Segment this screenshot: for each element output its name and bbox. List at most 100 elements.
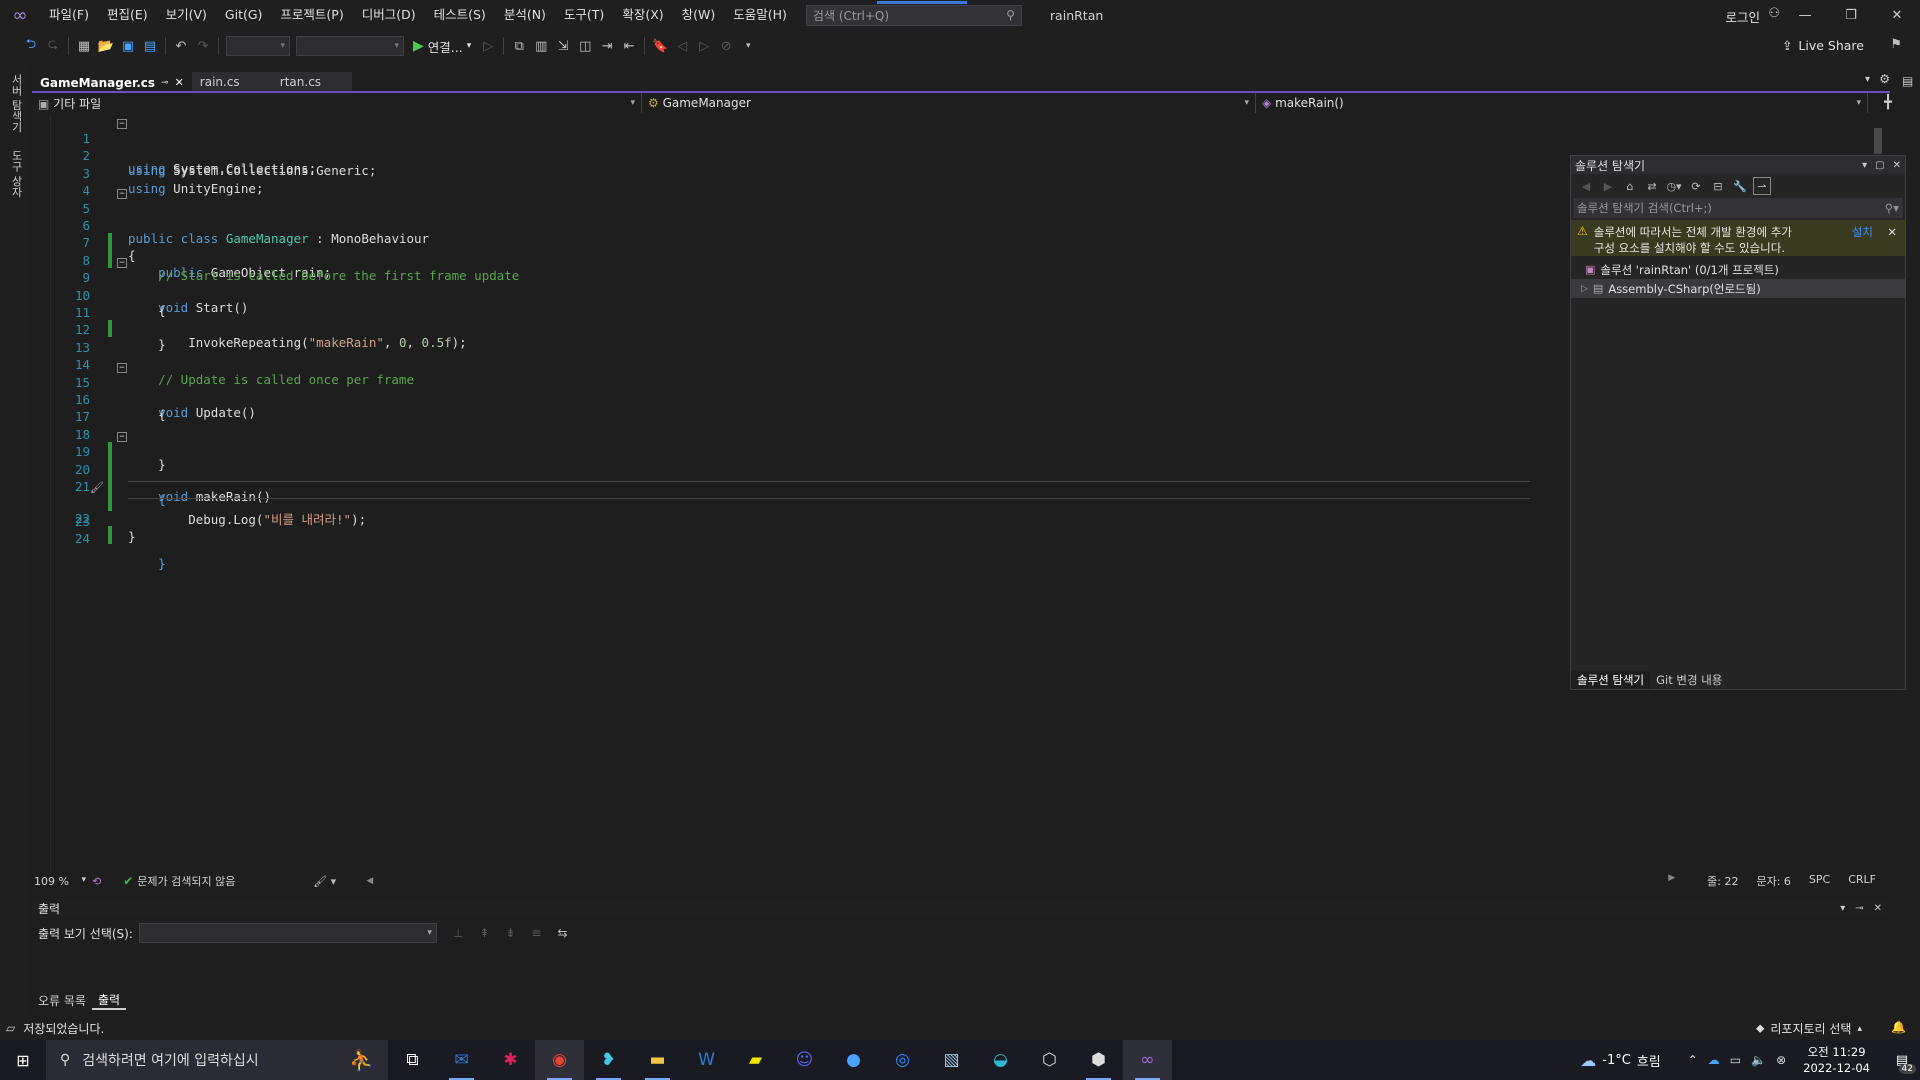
global-search-input[interactable]: 검색 (Ctrl+Q) ⚲: [805, 0, 1022, 26]
bookmark-icon[interactable]: 🔖: [649, 35, 671, 57]
notification-bell-icon[interactable]: 🔔: [1891, 1020, 1906, 1034]
tab-rain[interactable]: rain.cs: [191, 72, 272, 91]
file-explorer-icon[interactable]: ▬: [633, 1040, 682, 1080]
word-wrap-icon[interactable]: ⇆: [558, 926, 568, 940]
intellicode-icon[interactable]: ⟲: [92, 875, 101, 888]
zoom-icon[interactable]: ◎: [878, 1040, 927, 1080]
platform-combo[interactable]: ▾: [296, 36, 404, 56]
toolbox-tab[interactable]: 도구 상자: [8, 150, 24, 198]
solution-node[interactable]: ▣ 솔루션 'rainRtan' (0/1개 프로젝트): [1571, 260, 1905, 279]
action-center-icon[interactable]: ▤ 42: [1884, 1053, 1920, 1074]
edge-icon[interactable]: ◒: [976, 1040, 1025, 1080]
whitespace-indicator[interactable]: SPC: [1809, 873, 1830, 889]
collapse-all-icon[interactable]: ⊟: [1709, 177, 1727, 195]
server-explorer-tab[interactable]: 서버 탐색기: [8, 74, 24, 133]
login-link[interactable]: 로그인: [1725, 7, 1760, 26]
tab-rtan[interactable]: rtan.cs: [271, 72, 352, 91]
account-icon[interactable]: ⚇: [1768, 6, 1780, 21]
home-icon[interactable]: ⌂: [1621, 177, 1639, 195]
menu-extensions[interactable]: 확장(X): [613, 0, 672, 30]
network-icon[interactable]: ▭: [1730, 1053, 1741, 1067]
pin-icon[interactable]: ⊸: [1855, 903, 1863, 914]
restore-button[interactable]: ❐: [1828, 0, 1874, 30]
column-indicator[interactable]: 문자: 6: [1756, 873, 1790, 889]
new-project-icon[interactable]: ▦: [73, 35, 95, 57]
menu-tools[interactable]: 도구(T): [555, 0, 613, 30]
member-combo[interactable]: ◈ makeRain() ▾: [1256, 93, 1868, 113]
chevron-up-icon[interactable]: ⌃: [1688, 1053, 1698, 1067]
menu-file[interactable]: 파일(F): [40, 0, 98, 30]
prev-message-icon[interactable]: ⇞: [479, 926, 489, 940]
tab-git-changes[interactable]: Git 변경 내용: [1650, 671, 1728, 689]
next-message-icon[interactable]: ⇟: [505, 926, 515, 940]
battery-saver-icon[interactable]: ⊗: [1776, 1053, 1786, 1067]
menu-view[interactable]: 보기(V): [157, 0, 216, 30]
windows-start-icon[interactable]: ⊞: [0, 1040, 46, 1080]
browser-link-icon[interactable]: ⧉: [508, 35, 530, 57]
visual-studio-icon[interactable]: ∞: [1123, 1040, 1172, 1080]
undo-icon[interactable]: ↶: [170, 35, 192, 57]
project-node[interactable]: ▷ ▤ Assembly-CSharp(언로드됨): [1571, 279, 1905, 298]
close-icon[interactable]: ✕: [1874, 903, 1882, 914]
maximize-icon[interactable]: ▢: [1875, 160, 1884, 171]
next-bookmark-icon[interactable]: ▷: [693, 35, 715, 57]
issues-indicator[interactable]: ✔ 문제가 검색되지 않음: [123, 873, 283, 889]
prev-bookmark-icon[interactable]: ◁: [671, 35, 693, 57]
kakaotalk-icon[interactable]: ▰: [731, 1040, 780, 1080]
discord-icon[interactable]: ☺: [780, 1040, 829, 1080]
word-icon[interactable]: W: [682, 1040, 731, 1080]
chrome-icon[interactable]: ◉: [535, 1040, 584, 1080]
solution-search-input[interactable]: 솔루션 탐색기 검색(Ctrl+;) ⚲▾: [1573, 198, 1903, 218]
menu-help[interactable]: 도움말(H): [724, 0, 796, 30]
menu-test[interactable]: 테스트(S): [425, 0, 495, 30]
volume-icon[interactable]: 🔈: [1751, 1053, 1766, 1067]
gear-icon[interactable]: ⚙: [1879, 72, 1890, 86]
indent-icon[interactable]: ⇥: [596, 35, 618, 57]
quick-action-icon[interactable]: 🖌: [90, 481, 104, 494]
find-message-icon[interactable]: ⊥: [453, 926, 463, 940]
close-window-button[interactable]: ✕: [1874, 0, 1920, 30]
start-without-debugging-icon[interactable]: ▷: [477, 35, 499, 57]
tab-overflow-icon[interactable]: ▾: [1865, 74, 1870, 85]
notes-app-icon[interactable]: ▧: [927, 1040, 976, 1080]
chevron-down-icon[interactable]: ▾: [1862, 160, 1867, 171]
history-icon[interactable]: ◷▾: [1665, 177, 1683, 195]
forward-icon[interactable]: ⮎: [42, 35, 64, 57]
properties-icon[interactable]: 🔧: [1731, 177, 1749, 195]
system-clock[interactable]: 오전 11:29 2022-12-04: [1803, 1044, 1870, 1076]
taskbar-search-input[interactable]: ⚲ 검색하려면 여기에 입력하십시 ⛹: [46, 1040, 388, 1080]
configuration-combo[interactable]: ▾: [226, 36, 290, 56]
menu-debug[interactable]: 디버그(D): [353, 0, 425, 30]
scroll-right-icon[interactable]: ▶: [1668, 873, 1675, 889]
toolbar-overflow-icon[interactable]: ▾: [737, 35, 759, 57]
onedrive-icon[interactable]: ☁: [1708, 1053, 1720, 1067]
bird-app-icon[interactable]: ❥: [584, 1040, 633, 1080]
menu-project[interactable]: 프로젝트(P): [271, 0, 352, 30]
window-layout-icon[interactable]: ◫: [574, 35, 596, 57]
repository-selector[interactable]: ⬥ 리포지토리 선택 ▴: [1756, 1020, 1862, 1037]
save-all-icon[interactable]: ▤: [139, 35, 161, 57]
close-icon[interactable]: ✕: [175, 76, 184, 89]
minimize-button[interactable]: —: [1782, 0, 1828, 30]
collapse-icon[interactable]: −: [117, 188, 127, 199]
close-icon[interactable]: ✕: [1893, 160, 1901, 171]
outlook-icon[interactable]: ✉: [437, 1040, 486, 1080]
open-file-icon[interactable]: 📂: [95, 35, 117, 57]
split-editor-icon[interactable]: ╋: [1884, 95, 1892, 110]
collapse-icon[interactable]: −: [117, 258, 127, 269]
collapse-icon[interactable]: −: [117, 119, 127, 129]
refresh-icon[interactable]: ⟳: [1687, 177, 1705, 195]
menu-edit[interactable]: 편집(E): [98, 0, 157, 30]
pin-icon[interactable]: ⊸: [161, 78, 169, 88]
menu-window[interactable]: 창(W): [673, 0, 725, 30]
back-icon[interactable]: ⮌: [20, 35, 42, 57]
preview-icon[interactable]: ⇀: [1753, 177, 1771, 195]
tab-gamemanager[interactable]: GameManager.cs ⊸ ✕: [32, 72, 192, 91]
unity-icon[interactable]: ⬢: [1074, 1040, 1123, 1080]
slack-icon[interactable]: ✱: [486, 1040, 535, 1080]
zoom-combo[interactable]: 109 % ▾: [32, 875, 92, 888]
scrollbar-thumb[interactable]: [1874, 128, 1882, 154]
install-link[interactable]: 설치: [1852, 224, 1873, 240]
type-combo[interactable]: ⚙ GameManager ▾: [642, 93, 1256, 113]
tab-error-list[interactable]: 오류 목록: [32, 990, 92, 1010]
